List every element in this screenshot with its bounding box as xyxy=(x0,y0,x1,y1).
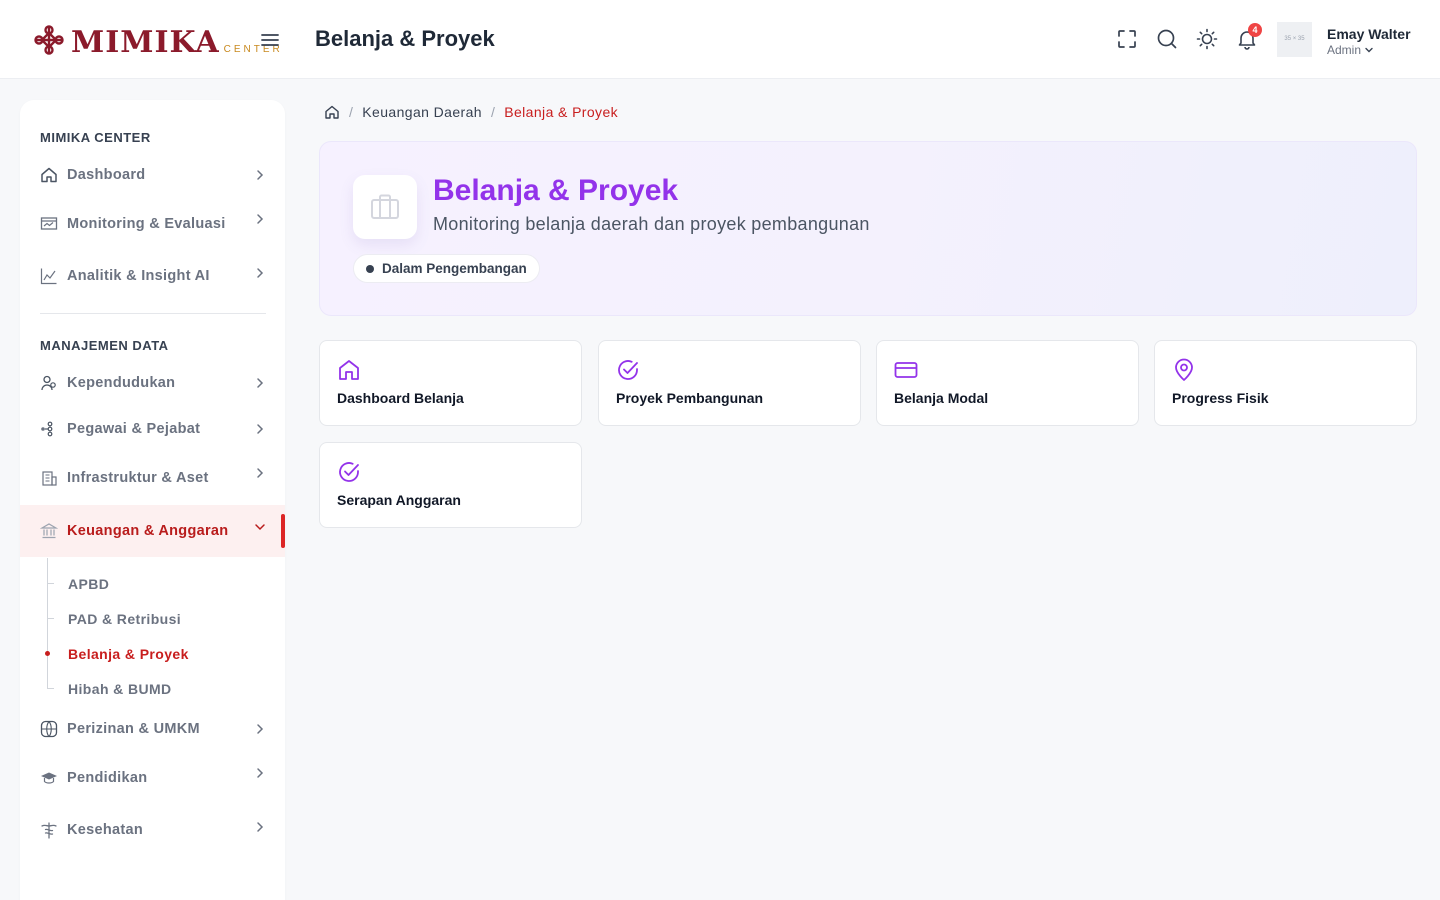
chevron-right-icon xyxy=(257,214,264,224)
chevron-right-icon xyxy=(257,170,264,180)
card-proyek-pembangunan[interactable]: Proyek Pembangunan xyxy=(598,340,861,426)
status-dot xyxy=(366,264,374,273)
submenu-tick xyxy=(47,618,54,619)
chevron-right-icon xyxy=(257,424,264,434)
card-serapan-anggaran[interactable]: Serapan Anggaran xyxy=(319,442,582,528)
card-label: Proyek Pembangunan xyxy=(616,390,764,406)
sidebar-item-kependudukan[interactable]: Kependudukan xyxy=(20,358,285,408)
hero-subtitle: Monitoring belanja daerah dan proyek pem… xyxy=(433,214,870,234)
hero-icon-box xyxy=(353,175,417,239)
bank-icon xyxy=(40,523,58,539)
user-role-label: Admin xyxy=(1327,43,1362,57)
sidebar-item-label: Pegawai & Pejabat xyxy=(67,421,201,437)
sidebar-item-label: Keuangan & Anggaran xyxy=(67,523,229,539)
sidebar-item-label: Pendidikan xyxy=(67,770,148,786)
user-role-dropdown[interactable]: Admin xyxy=(1327,43,1374,57)
sidebar-item-label: Kesehatan xyxy=(67,822,144,838)
brand-logo[interactable]: MIMIKA CENTER xyxy=(31,22,283,58)
submenu-item-belanja[interactable]: Belanja & Proyek xyxy=(68,646,189,662)
chevron-down-icon xyxy=(1365,47,1373,53)
search-icon[interactable] xyxy=(1156,28,1178,50)
card-label: Dashboard Belanja xyxy=(337,390,464,406)
avatar[interactable]: 35 × 35 xyxy=(1277,22,1312,57)
submenu-tick xyxy=(47,688,54,689)
hero-banner: Belanja & Proyek Monitoring belanja daer… xyxy=(319,141,1417,316)
map-pin-icon xyxy=(1175,358,1193,381)
sidebar-item-label: Analitik & Insight AI xyxy=(67,268,210,284)
credit-card-icon xyxy=(894,362,918,378)
card-progress-fisik[interactable]: Progress Fisik xyxy=(1154,340,1417,426)
top-header: MIMIKA CENTER Belanja & Proyek 4 35 × 35… xyxy=(0,0,1440,79)
home-icon[interactable] xyxy=(324,104,340,120)
sidebar-item-pendidikan[interactable]: Pendidikan xyxy=(20,753,285,803)
sidebar-item-dashboard[interactable]: Dashboard xyxy=(20,150,285,200)
sidebar-item-infrastruktur[interactable]: Infrastruktur & Aset xyxy=(20,453,285,503)
submenu-active-dot xyxy=(45,651,50,656)
breadcrumb-separator: / xyxy=(490,104,496,120)
check-circle-icon xyxy=(618,360,638,380)
logo-mark-icon xyxy=(34,25,64,55)
card-label: Belanja Modal xyxy=(894,390,989,406)
sidebar-divider xyxy=(40,313,266,314)
notification-badge: 4 xyxy=(1248,23,1262,37)
chevron-right-icon xyxy=(257,822,264,832)
globe-icon xyxy=(40,720,58,738)
sidebar-item-label: Monitoring & Evaluasi xyxy=(67,216,226,232)
theme-toggle-icon[interactable] xyxy=(1196,28,1218,50)
sidebar-item-label: Kependudukan xyxy=(67,375,176,391)
sidebar-item-kesehatan[interactable]: Kesehatan xyxy=(20,805,285,855)
sidebar-item-label: Infrastruktur & Aset xyxy=(67,470,209,486)
breadcrumb-separator: / xyxy=(349,104,354,120)
monitor-icon xyxy=(40,217,58,230)
user-name[interactable]: Emay Walter xyxy=(1327,26,1411,42)
active-indicator xyxy=(281,514,285,548)
submenu-line xyxy=(47,558,48,688)
org-icon xyxy=(41,421,53,437)
card-belanja-modal[interactable]: Belanja Modal xyxy=(876,340,1139,426)
status-badge-label: Dalam Pengembangan xyxy=(382,261,527,276)
submenu-item-pad[interactable]: PAD & Retribusi xyxy=(68,611,181,627)
menu-toggle-icon[interactable] xyxy=(260,30,280,50)
hero-title: Belanja & Proyek xyxy=(433,174,679,207)
sidebar-item-label: Perizinan & UMKM xyxy=(67,721,200,737)
sidebar-section-title: MIMIKA CENTER xyxy=(40,130,151,145)
briefcase-icon xyxy=(371,194,399,219)
sidebar-item-label: Dashboard xyxy=(67,167,146,183)
chevron-down-icon xyxy=(255,524,265,531)
status-badge: Dalam Pengembangan xyxy=(353,254,540,283)
chevron-right-icon xyxy=(257,768,264,778)
users-icon xyxy=(41,375,56,391)
fullscreen-icon[interactable] xyxy=(1116,28,1138,50)
sidebar-item-monitoring[interactable]: Monitoring & Evaluasi xyxy=(20,199,285,249)
brand-name: MIMIKA xyxy=(71,25,220,60)
sidebar-item-keuangan[interactable]: Keuangan & Anggaran xyxy=(20,505,285,557)
submenu-item-apbd[interactable]: APBD xyxy=(68,576,109,592)
submenu-item-hibah[interactable]: Hibah & BUMD xyxy=(68,681,172,697)
chevron-right-icon xyxy=(257,724,264,734)
chevron-right-icon xyxy=(257,268,264,278)
breadcrumb-current: Belanja & Proyek xyxy=(504,104,619,120)
graduation-cap-icon xyxy=(41,772,57,784)
sidebar-item-analitik[interactable]: Analitik & Insight AI xyxy=(20,251,285,301)
page-title: Belanja & Proyek xyxy=(315,26,495,51)
card-label: Serapan Anggaran xyxy=(337,492,461,508)
chevron-right-icon xyxy=(257,378,264,388)
breadcrumb-parent[interactable]: Keuangan Daerah xyxy=(362,104,482,120)
home-icon xyxy=(41,167,57,183)
sidebar-section-title: MANAJEMEN DATA xyxy=(40,338,169,353)
card-dashboard-belanja[interactable]: Dashboard Belanja xyxy=(319,340,582,426)
building-icon xyxy=(42,471,57,486)
submenu-tick xyxy=(47,583,54,584)
chart-icon xyxy=(40,268,57,285)
sidebar-item-pegawai[interactable]: Pegawai & Pejabat xyxy=(20,404,285,454)
check-circle-icon xyxy=(339,462,359,482)
chevron-right-icon xyxy=(257,468,264,478)
card-label: Progress Fisik xyxy=(1172,390,1269,406)
sidebar: MIMIKA CENTER Dashboard Monitoring & Eva… xyxy=(20,100,285,900)
medical-icon xyxy=(41,822,57,839)
breadcrumb: / Keuangan Daerah / Belanja & Proyek xyxy=(324,104,618,120)
sidebar-item-perizinan[interactable]: Perizinan & UMKM xyxy=(20,704,285,754)
home-icon xyxy=(339,360,359,380)
